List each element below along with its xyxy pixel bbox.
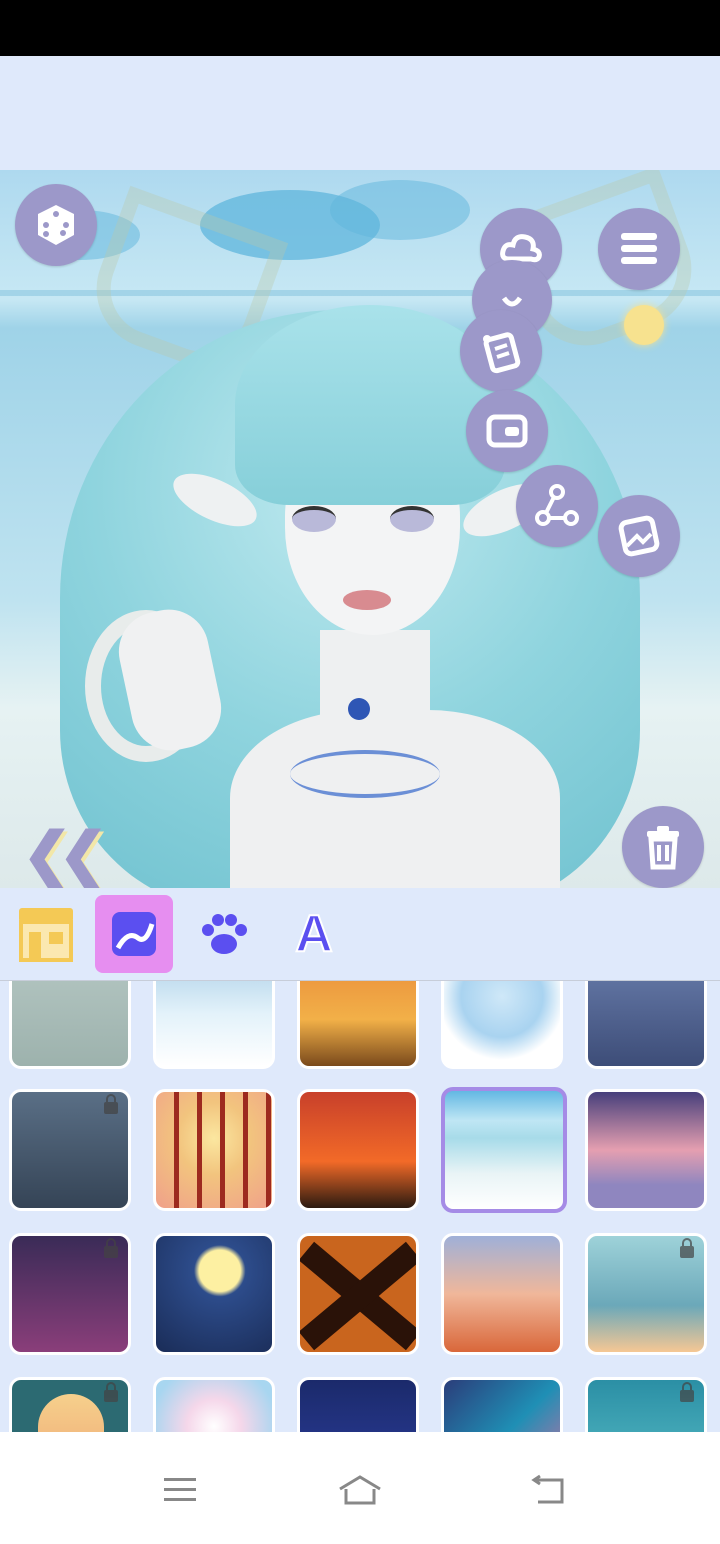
bg-tile-x-mark[interactable] <box>297 1233 419 1355</box>
home-button[interactable] <box>330 1470 390 1510</box>
character-lips <box>343 590 391 610</box>
randomize-button[interactable] <box>15 184 97 266</box>
wallet-icon <box>486 414 528 448</box>
bg-tile-arch-door[interactable] <box>9 1377 131 1432</box>
share-icon <box>535 484 579 526</box>
lock-icon <box>104 1382 118 1402</box>
share-button[interactable] <box>516 465 598 547</box>
text-a-icon: A <box>294 904 334 964</box>
character-eye-left <box>292 506 336 532</box>
lock-icon <box>680 1382 694 1402</box>
bg-tile-window-grid[interactable] <box>9 981 131 1069</box>
paw-icon <box>202 914 247 954</box>
background-icon <box>112 912 156 956</box>
bg-tile-fire[interactable] <box>297 1089 419 1211</box>
bg-tile-night-ruins[interactable] <box>585 981 707 1069</box>
save-image-button[interactable] <box>598 495 680 577</box>
tab-shop[interactable] <box>7 895 85 973</box>
image-icon <box>618 515 660 557</box>
bg-tile-mushroom[interactable] <box>585 1233 707 1355</box>
bg-tile-snow-lake[interactable] <box>153 981 275 1069</box>
tab-pets[interactable] <box>185 895 263 973</box>
menu-icon <box>164 1478 196 1501</box>
delete-button[interactable] <box>622 806 704 888</box>
bg-tile-sunset-field[interactable] <box>297 981 419 1069</box>
bg-tile-coral-sky[interactable] <box>441 1377 563 1432</box>
list-icon <box>621 233 657 264</box>
checklist-button[interactable] <box>460 310 542 392</box>
home-icon <box>339 1475 381 1505</box>
shop-icon <box>19 908 73 962</box>
wallet-button[interactable] <box>466 390 548 472</box>
bg-tile-snow-globe[interactable] <box>441 981 563 1069</box>
cloud <box>330 180 470 240</box>
character-necklace-gem <box>348 698 370 720</box>
top-spacer <box>0 56 720 170</box>
bg-tile-night-clouds[interactable] <box>297 1377 419 1432</box>
bg-tile-underwater[interactable] <box>585 1377 707 1432</box>
system-navbar <box>0 1432 720 1544</box>
lock-icon <box>104 1238 118 1258</box>
tab-background[interactable] <box>95 895 173 973</box>
checklist-icon <box>483 332 521 374</box>
bg-tile-neon-city[interactable] <box>9 1233 131 1355</box>
background-grid <box>0 981 720 1432</box>
character-tattoo <box>290 750 440 798</box>
recents-button[interactable] <box>150 1470 210 1510</box>
bg-tile-clouds[interactable] <box>153 1377 275 1432</box>
sun <box>624 305 664 345</box>
tab-text[interactable]: A <box>275 895 353 973</box>
character-eye-right <box>390 506 434 532</box>
category-tabs: A <box>0 888 720 981</box>
lock-icon <box>680 1238 694 1258</box>
collapse-icon[interactable]: ❮❮ <box>22 820 108 888</box>
character-neck <box>320 630 430 720</box>
back-button[interactable] <box>518 1470 578 1510</box>
dice-icon <box>38 205 74 245</box>
bg-tile-pink-mountains[interactable] <box>585 1089 707 1211</box>
character-canvas: ❮❮ <box>0 170 720 888</box>
bg-tile-moon-city[interactable] <box>153 1233 275 1355</box>
menu-list-button[interactable] <box>598 208 680 290</box>
back-icon <box>531 1474 564 1504</box>
bg-tile-beach-sky[interactable] <box>441 1087 567 1213</box>
status-bar <box>0 0 720 56</box>
bg-tile-cage-moon[interactable] <box>153 1089 275 1211</box>
trash-icon <box>647 826 679 870</box>
lock-icon <box>104 1094 118 1114</box>
bg-tile-whale-shipwreck[interactable] <box>9 1089 131 1211</box>
bg-tile-flamingo-sky[interactable] <box>441 1233 563 1355</box>
character-body <box>230 710 560 888</box>
